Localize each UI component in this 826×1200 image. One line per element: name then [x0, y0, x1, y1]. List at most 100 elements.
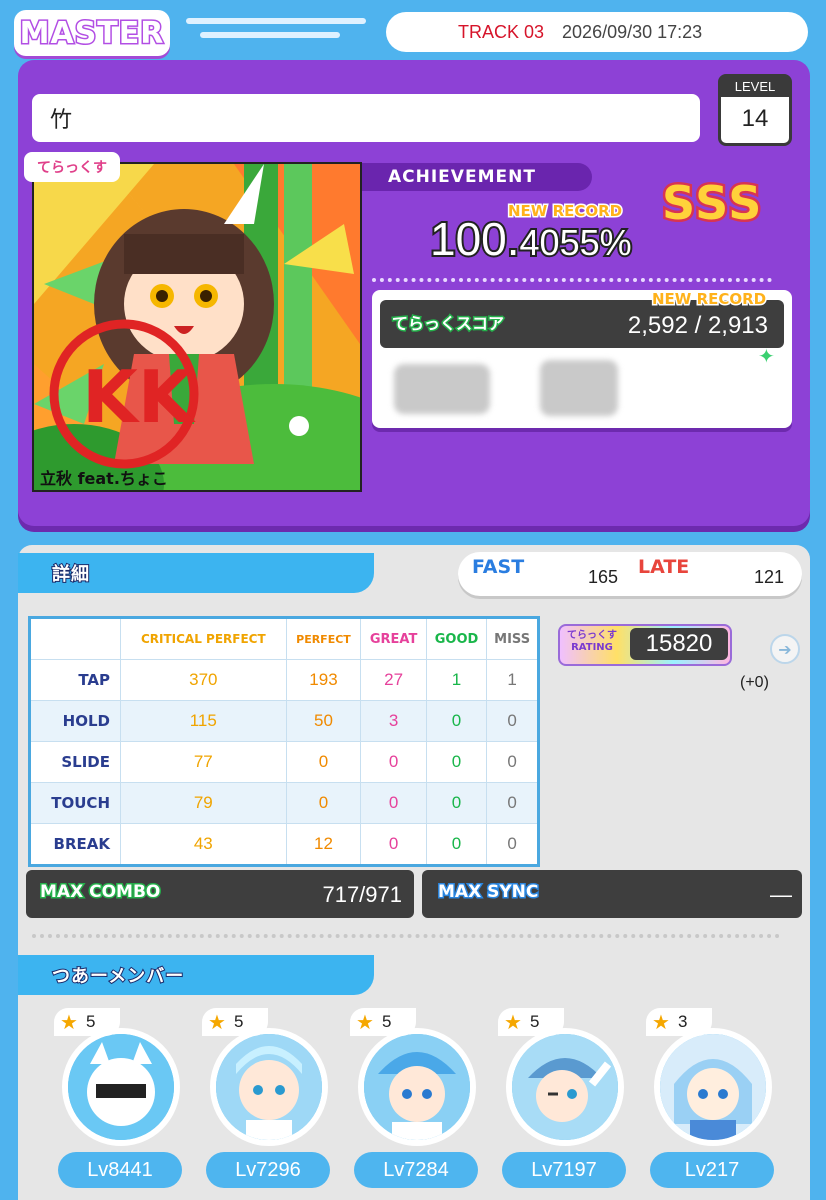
- star-icon: ★: [208, 1011, 226, 1034]
- rank-badge: S S S: [659, 174, 764, 233]
- level-label: LEVEL: [721, 77, 789, 97]
- rating-detail-button[interactable]: ➔: [770, 634, 800, 664]
- jacket-image: KK: [32, 162, 362, 492]
- member-card[interactable]: ★ 5 Lv7284: [350, 1008, 480, 1198]
- header-perfect: PERFECT: [285, 617, 362, 660]
- cell-good: 0: [425, 823, 488, 866]
- rating-value: 15820: [630, 628, 728, 660]
- star-icon: ★: [60, 1011, 78, 1034]
- cell-miss: 0: [486, 700, 539, 742]
- achievement-value: 100.4055%: [428, 211, 634, 267]
- member-level: Lv7296: [206, 1152, 330, 1188]
- level-box: LEVEL 14: [718, 74, 792, 146]
- late-count: 121: [754, 567, 785, 587]
- header-critical-perfect: CRITICAL PERFECT: [120, 617, 287, 660]
- member-level: Lv7284: [354, 1152, 478, 1188]
- fast-label: FAST: [472, 556, 525, 578]
- arrow-right-icon: ➔: [778, 639, 792, 659]
- dotted-divider: [372, 278, 772, 282]
- cell-good: 1: [425, 659, 488, 701]
- member-card[interactable]: ★ 5 Lv7197: [498, 1008, 628, 1198]
- cell-perfect: 0: [285, 741, 362, 783]
- member-stars: 5: [85, 1012, 96, 1031]
- member-card[interactable]: ★ 5 Lv8441: [54, 1008, 184, 1198]
- song-artist: 立秋 feat.ちょこ: [40, 469, 168, 488]
- table-corner: [29, 617, 121, 660]
- table-row: TOUCH 79 0 0 0 0: [29, 782, 539, 824]
- max-combo-label: MAX COMBO: [38, 881, 161, 904]
- member-avatar: [62, 1028, 180, 1146]
- details-tab: 詳細: [18, 553, 374, 593]
- member-avatar: [654, 1028, 772, 1146]
- cell-miss: 0: [486, 823, 539, 866]
- cell-great: 3: [360, 700, 427, 742]
- table-row: HOLD 115 50 3 0 0: [29, 700, 539, 742]
- deco-line: [186, 18, 366, 24]
- level-value: 14: [741, 105, 769, 132]
- cell-great: 27: [360, 659, 427, 701]
- max-sync-value: —: [770, 882, 792, 907]
- member-star-badge: ★ 5: [202, 1008, 268, 1036]
- max-combo-value: 717/971: [322, 882, 402, 907]
- header-good: GOOD: [425, 617, 488, 660]
- header-miss: MISS: [486, 617, 539, 660]
- cell-good: 0: [425, 741, 488, 783]
- sparkle-icon: ✦: [758, 344, 775, 368]
- table-row: BREAK 43 12 0 0 0: [29, 823, 539, 866]
- game-logo: てらっくす: [24, 152, 120, 182]
- score-value: 2,592 / 2,913: [627, 312, 768, 339]
- rank-letter: S: [659, 174, 697, 233]
- members-tab: つあーメンバー: [18, 955, 374, 995]
- cell-miss: 0: [486, 782, 539, 824]
- member-card[interactable]: ★ 5 Lv7296: [202, 1008, 332, 1198]
- star-icon: ★: [504, 1011, 522, 1034]
- achievement-dec: 4055%: [518, 220, 634, 265]
- member-portrait: [364, 1034, 470, 1140]
- row-label: BREAK: [29, 823, 121, 866]
- details-tab-label: 詳細: [51, 563, 90, 586]
- difficulty-label: MASTER: [18, 14, 165, 52]
- deco-line: [200, 32, 340, 38]
- member-card[interactable]: ★ 3 Lv217: [646, 1008, 776, 1198]
- track-number: TRACK 03: [458, 21, 545, 42]
- member-stars: 5: [233, 1012, 244, 1031]
- rank-letter: S: [726, 174, 764, 233]
- member-portrait: [512, 1034, 618, 1140]
- table-row: TAP 370 193 27 1 1: [29, 659, 539, 701]
- member-star-badge: ★ 3: [646, 1008, 712, 1036]
- cell-good: 0: [425, 700, 488, 742]
- member-avatar: [506, 1028, 624, 1146]
- cell-critical-perfect: 79: [120, 782, 287, 824]
- star-icon: ★: [652, 1011, 670, 1034]
- member-portrait: [216, 1034, 322, 1140]
- cell-perfect: 193: [285, 659, 362, 701]
- row-label: TAP: [29, 659, 121, 701]
- member-star-badge: ★ 5: [498, 1008, 564, 1036]
- member-portrait: [660, 1034, 766, 1140]
- cell-great: 0: [360, 741, 427, 783]
- cell-good: 0: [425, 782, 488, 824]
- row-label: SLIDE: [29, 741, 121, 783]
- track-info: TRACK 03 2026/09/30 17:23: [386, 12, 808, 52]
- svg-text:KK: KK: [82, 355, 196, 439]
- rank-letter: S: [693, 174, 731, 233]
- jacket-illustration: KK: [34, 164, 360, 490]
- max-sync-label: MAX SYNC: [436, 881, 539, 904]
- late-label: LATE: [638, 556, 690, 578]
- members-tab-label: つあーメンバー: [51, 965, 185, 988]
- difficulty-badge: MASTER: [14, 10, 170, 56]
- header-great: GREAT: [360, 617, 427, 660]
- cell-critical-perfect: 77: [120, 741, 287, 783]
- cell-perfect: 12: [285, 823, 362, 866]
- member-level: Lv8441: [58, 1152, 182, 1188]
- cell-perfect: 50: [285, 700, 362, 742]
- dotted-divider: [32, 934, 780, 938]
- blurred-sync-badge: [540, 360, 618, 416]
- fast-count: 165: [588, 567, 619, 587]
- member-star-badge: ★ 5: [350, 1008, 416, 1036]
- member-stars: 3: [677, 1012, 688, 1031]
- star-icon: ★: [356, 1011, 374, 1034]
- achievement-label: ACHIEVEMENT: [362, 163, 592, 191]
- score-label: てらっくスコア: [390, 313, 505, 335]
- rating-label: てらっくす RATING: [567, 630, 617, 653]
